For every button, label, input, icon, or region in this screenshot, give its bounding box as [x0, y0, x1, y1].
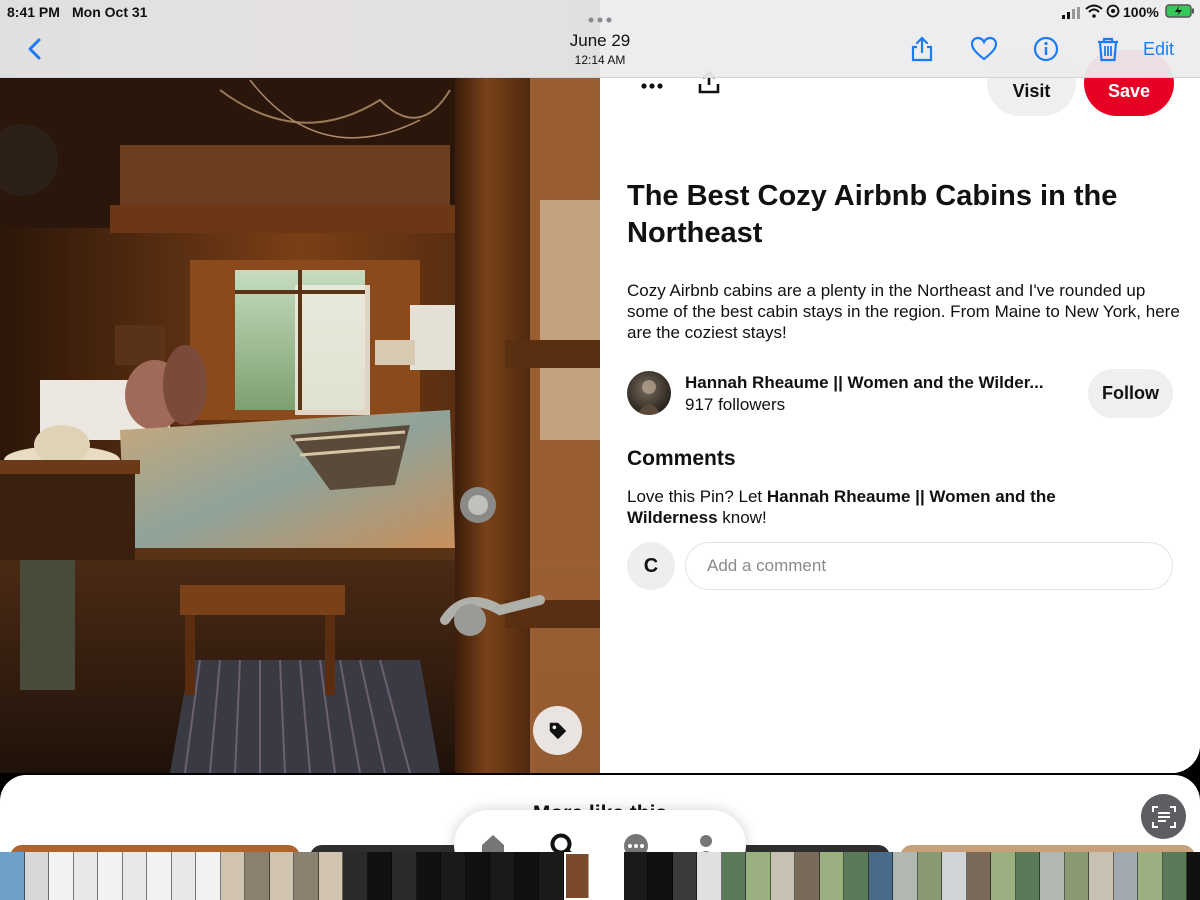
filmstrip-thumbnail[interactable] [623, 852, 648, 900]
location-lock-icon [1106, 4, 1120, 23]
comments-heading: Comments [627, 447, 736, 470]
filmstrip-thumbnail[interactable] [1113, 852, 1138, 900]
filmstrip-thumbnail[interactable] [770, 852, 795, 900]
follow-button[interactable]: Follow [1088, 369, 1173, 418]
filmstrip-thumbnail[interactable] [147, 852, 172, 900]
battery-percent: 100% [1123, 4, 1159, 20]
tag-icon [549, 722, 566, 739]
filmstrip-thumbnail[interactable] [171, 852, 196, 900]
photo-date: June 29 [569, 31, 631, 50]
filmstrip-thumbnail[interactable] [1138, 852, 1163, 900]
heart-icon[interactable] [969, 34, 999, 64]
pin-title: The Best Cozy Airbnb Cabins in the North… [627, 180, 1118, 249]
filmstrip-thumbnail[interactable] [1064, 852, 1089, 900]
filmstrip-thumbnail[interactable] [220, 852, 245, 900]
filmstrip-thumbnail[interactable] [746, 852, 771, 900]
status-time: 8:41 PM [7, 4, 60, 20]
pin-description: Cozy Airbnb cabins are a plenty in the N… [627, 281, 1180, 342]
filmstrip-thumbnail[interactable] [844, 852, 869, 900]
save-label: Save [1107, 80, 1151, 101]
info-icon[interactable] [1031, 34, 1061, 64]
filmstrip-thumbnail[interactable] [917, 852, 942, 900]
author-name[interactable]: Hannah Rheaume || Women and the Wilder..… [685, 373, 1085, 393]
filmstrip-thumbnail[interactable] [318, 852, 343, 900]
filmstrip-thumbnail[interactable] [269, 852, 294, 900]
filmstrip-thumbnail[interactable] [73, 852, 98, 900]
filmstrip-thumbnail[interactable] [465, 852, 490, 900]
filmstrip-thumbnail[interactable] [721, 852, 746, 900]
pin-details: Visit Save The Best Cozy Airbnb Cabins i… [600, 0, 1200, 773]
filmstrip-thumbnail[interactable] [697, 852, 722, 900]
filmstrip-thumbnail[interactable] [991, 852, 1016, 900]
filmstrip-thumbnail[interactable] [514, 852, 539, 900]
battery-icon [1165, 4, 1195, 23]
share-icon[interactable] [907, 34, 937, 64]
live-text-button[interactable] [1141, 794, 1186, 839]
wifi-icon [1085, 4, 1103, 23]
trash-icon[interactable] [1093, 34, 1123, 64]
filmstrip-thumbnail[interactable] [367, 852, 392, 900]
follow-label: Follow [1102, 383, 1159, 403]
filmstrip-thumbnail[interactable] [0, 852, 25, 900]
shopping-tag-button[interactable] [533, 706, 582, 755]
prompt-prefix: Love this Pin? Let [627, 487, 767, 506]
author-followers: 917 followers [685, 395, 786, 414]
filmstrip-thumbnail[interactable] [942, 852, 967, 900]
filmstrip-thumbnail[interactable] [196, 852, 221, 900]
comment-input[interactable] [685, 542, 1173, 590]
comments-prompt: Love this Pin? Let Hannah Rheaume || Wom… [627, 486, 1147, 528]
filmstrip-thumbnail[interactable] [122, 852, 147, 900]
multitasking-dots-icon[interactable] [588, 10, 612, 28]
live-text-icon [1151, 805, 1176, 828]
filmstrip-thumbnail[interactable] [98, 852, 123, 900]
status-date: Mon Oct 31 [72, 4, 148, 20]
prompt-suffix: know! [717, 508, 767, 527]
filmstrip-thumbnail[interactable] [966, 852, 991, 900]
photo-filmstrip[interactable] [0, 852, 1200, 900]
edit-button[interactable]: Edit [1143, 39, 1174, 60]
filmstrip-thumbnail[interactable] [490, 852, 515, 900]
filmstrip-thumbnail[interactable] [868, 852, 893, 900]
cellular-signal-icon [1062, 6, 1080, 24]
photo-time: 12:14 AM [574, 53, 626, 67]
filmstrip-thumbnail[interactable] [893, 852, 918, 900]
filmstrip-thumbnail[interactable] [1040, 852, 1065, 900]
filmstrip-thumbnail[interactable] [1162, 852, 1187, 900]
back-chevron-icon[interactable] [20, 34, 50, 64]
more-options-icon[interactable] [640, 78, 664, 89]
filmstrip-thumbnail[interactable] [1089, 852, 1114, 900]
filmstrip-thumbnail[interactable] [392, 852, 417, 900]
user-avatar[interactable]: C [627, 542, 675, 590]
author-avatar[interactable] [627, 371, 671, 415]
photos-top-bar: 8:41 PM Mon Oct 31 100% June 29 12:14 AM… [0, 0, 1200, 78]
filmstrip-thumbnail[interactable] [24, 852, 49, 900]
pin-card: Visit Save The Best Cozy Airbnb Cabins i… [0, 0, 1200, 773]
filmstrip-thumbnail[interactable] [343, 852, 368, 900]
filmstrip-thumbnail[interactable] [672, 852, 697, 900]
filmstrip-current-thumbnail[interactable] [563, 852, 624, 900]
filmstrip-thumbnail[interactable] [648, 852, 673, 900]
filmstrip-thumbnail[interactable] [539, 852, 564, 900]
filmstrip-thumbnail[interactable] [49, 852, 74, 900]
visit-label: Visit [1012, 80, 1051, 101]
filmstrip-thumbnail[interactable] [1015, 852, 1040, 900]
filmstrip-thumbnail[interactable] [441, 852, 466, 900]
filmstrip-thumbnail[interactable] [294, 852, 319, 900]
pin-image[interactable] [0, 0, 600, 773]
filmstrip-thumbnail[interactable] [819, 852, 844, 900]
filmstrip-thumbnail[interactable] [795, 852, 820, 900]
cabin-photo [0, 0, 600, 773]
filmstrip-thumbnail[interactable] [245, 852, 270, 900]
filmstrip-thumbnail[interactable] [416, 852, 441, 900]
